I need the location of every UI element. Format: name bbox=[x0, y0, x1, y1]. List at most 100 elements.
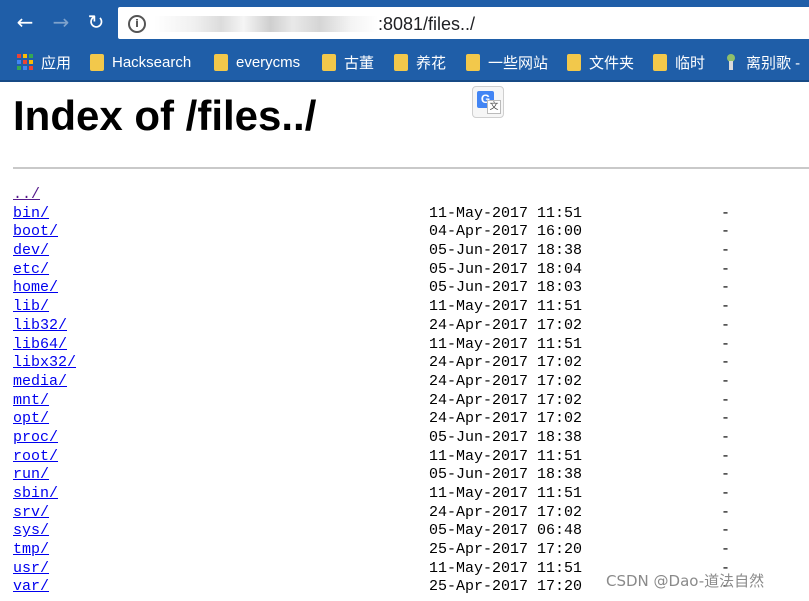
arrow-right-icon: → bbox=[52, 10, 70, 34]
bookmark-everycms[interactable]: everycms bbox=[214, 52, 300, 72]
entries: bin/11-May-2017 11:51- boot/04-Apr-2017 1… bbox=[13, 205, 809, 597]
modified-date: 11-May-2017 11:51 bbox=[429, 204, 583, 222]
bookmark-antiques[interactable]: 古董 bbox=[322, 52, 374, 72]
file-size: - bbox=[721, 410, 731, 428]
directory-link[interactable]: lib64/ bbox=[13, 336, 67, 355]
bookmark-websites[interactable]: 一些网站 bbox=[466, 52, 548, 72]
file-size: - bbox=[721, 335, 731, 353]
file-size: - bbox=[721, 260, 731, 278]
listing-row: lib/11-May-2017 11:51 - bbox=[13, 298, 809, 317]
bookmark-hacksearch[interactable]: Hacksearch bbox=[90, 52, 191, 72]
modified-date: 24-Apr-2017 17:02 bbox=[429, 316, 583, 334]
directory-link[interactable]: var/ bbox=[13, 578, 49, 597]
bookmark-label: 文件夹 bbox=[589, 54, 635, 72]
url-text: :8081/files../ bbox=[378, 14, 476, 34]
listing-row: proc/05-Jun-2017 18:38 - bbox=[13, 429, 809, 448]
modified-date: 05-Jun-2017 18:03 bbox=[429, 279, 583, 297]
file-size: - bbox=[721, 391, 731, 409]
directory-link[interactable]: etc/ bbox=[13, 261, 49, 280]
directory-link[interactable]: libx32/ bbox=[13, 354, 76, 373]
listing-row: tmp/25-Apr-2017 17:20 - bbox=[13, 541, 809, 560]
forward-button[interactable]: → bbox=[48, 9, 74, 35]
listing-row: lib32/24-Apr-2017 17:02 - bbox=[13, 317, 809, 336]
parent-directory-link[interactable]: ../ bbox=[13, 186, 40, 205]
modified-date: 05-May-2017 06:48 bbox=[429, 522, 583, 540]
redacted-host bbox=[154, 16, 378, 32]
file-size: - bbox=[721, 447, 731, 465]
file-size: - bbox=[721, 522, 731, 540]
bookmark-folder[interactable]: 文件夹 bbox=[567, 52, 634, 72]
modified-date: 11-May-2017 11:51 bbox=[429, 559, 583, 577]
directory-link[interactable]: mnt/ bbox=[13, 392, 49, 411]
bookmark-label: everycms bbox=[236, 53, 301, 71]
directory-link[interactable]: home/ bbox=[13, 279, 58, 298]
modified-date: 05-Jun-2017 18:38 bbox=[429, 242, 583, 260]
listing-row: media/24-Apr-2017 17:02 - bbox=[13, 373, 809, 392]
modified-date: 24-Apr-2017 17:02 bbox=[429, 391, 583, 409]
directory-link[interactable]: tmp/ bbox=[13, 541, 49, 560]
bookmark-flowers[interactable]: 养花 bbox=[394, 52, 446, 72]
bookmark-apps[interactable]: 应用 bbox=[17, 52, 71, 72]
directory-link[interactable]: bin/ bbox=[13, 205, 49, 224]
folder-icon bbox=[322, 53, 336, 71]
folder-icon bbox=[653, 53, 667, 71]
listing-row: opt/24-Apr-2017 17:02 - bbox=[13, 410, 809, 429]
directory-link[interactable]: root/ bbox=[13, 448, 58, 467]
modified-date: 11-May-2017 11:51 bbox=[429, 485, 583, 502]
watermark: CSDN @Dao-道法自然 bbox=[606, 572, 765, 590]
bookmark-temp[interactable]: 临时 bbox=[653, 52, 705, 72]
listing-row: mnt/24-Apr-2017 17:02 - bbox=[13, 392, 809, 411]
browser-toolbar: ← → ↻ i :8081/files../ bbox=[0, 0, 809, 44]
modified-date: 05-Jun-2017 18:38 bbox=[429, 428, 583, 446]
directory-link[interactable]: srv/ bbox=[13, 504, 49, 523]
divider bbox=[13, 167, 809, 169]
bookmarks-bar: 应用 Hacksearch everycms 古董 养花 一些网站 文件夹 临时… bbox=[0, 44, 809, 80]
directory-link[interactable]: lib/ bbox=[13, 298, 49, 317]
directory-link[interactable]: sbin/ bbox=[13, 485, 58, 504]
address-bar[interactable]: i :8081/files../ bbox=[118, 7, 809, 39]
bookmark-label: Hacksearch bbox=[112, 53, 192, 71]
bookmark-label: 应用 bbox=[41, 54, 72, 72]
directory-link[interactable]: usr/ bbox=[13, 560, 49, 579]
file-size: - bbox=[721, 204, 731, 222]
file-size: - bbox=[721, 298, 731, 316]
folder-icon bbox=[466, 53, 480, 71]
bookmark-farewell[interactable]: 离别歌 - bbox=[724, 52, 800, 72]
directory-link[interactable]: run/ bbox=[13, 466, 49, 485]
file-size: - bbox=[721, 223, 731, 241]
directory-link[interactable]: opt/ bbox=[13, 410, 49, 429]
folder-icon bbox=[214, 53, 228, 71]
listing-row: home/05-Jun-2017 18:03 - bbox=[13, 279, 809, 298]
listing-row: boot/04-Apr-2017 16:00 - bbox=[13, 223, 809, 242]
modified-date: 05-Jun-2017 18:38 bbox=[429, 466, 583, 484]
modified-date: 11-May-2017 11:51 bbox=[429, 298, 583, 316]
directory-link[interactable]: media/ bbox=[13, 373, 67, 392]
directory-link[interactable]: sys/ bbox=[13, 522, 49, 541]
bookmark-label: 临时 bbox=[675, 54, 706, 72]
file-size: - bbox=[721, 354, 731, 372]
file-size: - bbox=[721, 466, 731, 484]
file-size: - bbox=[721, 372, 731, 390]
translate-icon[interactable]: G 文 bbox=[472, 86, 504, 118]
modified-date: 25-Apr-2017 17:20 bbox=[429, 578, 583, 596]
back-button[interactable]: ← bbox=[12, 9, 38, 35]
directory-link[interactable]: boot/ bbox=[13, 223, 58, 242]
reload-button[interactable]: ↻ bbox=[83, 9, 109, 35]
file-size: - bbox=[721, 279, 731, 297]
listing-row: bin/11-May-2017 11:51 - bbox=[13, 205, 809, 224]
reload-icon: ↻ bbox=[87, 10, 105, 34]
listing-row: sbin/11-May-2017 11:51 - bbox=[13, 485, 809, 504]
file-size: - bbox=[721, 242, 731, 260]
modified-date: 25-Apr-2017 17:20 bbox=[429, 541, 583, 559]
file-size: - bbox=[721, 316, 731, 334]
directory-link[interactable]: proc/ bbox=[13, 429, 58, 448]
folder-icon bbox=[567, 53, 581, 71]
apps-icon bbox=[17, 54, 33, 70]
modified-date: 11-May-2017 11:51 bbox=[429, 447, 583, 465]
listing-row: srv/24-Apr-2017 17:02 - bbox=[13, 504, 809, 523]
file-size: - bbox=[721, 428, 731, 446]
bookmark-label: 古董 bbox=[344, 54, 375, 72]
directory-link[interactable]: lib32/ bbox=[13, 317, 67, 336]
info-icon[interactable]: i bbox=[128, 15, 146, 33]
directory-link[interactable]: dev/ bbox=[13, 242, 49, 261]
